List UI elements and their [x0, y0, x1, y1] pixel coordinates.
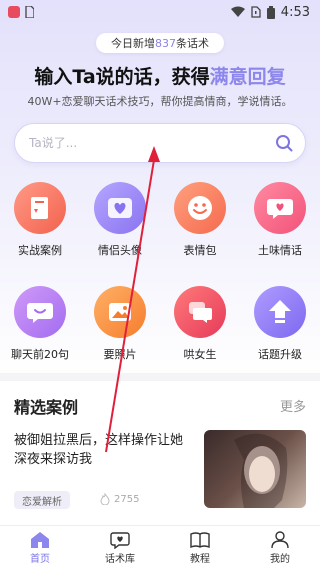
battery-icon	[266, 5, 275, 19]
category-cheesy-lines[interactable]: 土味情话	[240, 182, 320, 274]
search-input[interactable]	[29, 136, 275, 150]
article-tag: 恋爱解析	[14, 491, 70, 509]
daily-count-banner: 今日新增 837 条话术	[96, 33, 224, 53]
category-avatar[interactable]: 情侣头像	[80, 182, 160, 274]
nav-home[interactable]: 首页	[0, 526, 80, 569]
no-sim-icon	[251, 6, 261, 18]
banner-count: 837	[155, 36, 176, 50]
wifi-icon	[230, 6, 245, 17]
book-icon[interactable]	[14, 182, 66, 234]
chat-icon[interactable]	[14, 286, 66, 338]
heart-icon[interactable]	[94, 182, 146, 234]
category-label: 土味情话	[258, 244, 302, 257]
status-bar: 4:53	[0, 0, 320, 24]
category-label: 哄女生	[183, 348, 217, 361]
page-headline: 输入Ta说的话，获得满意回复	[0, 62, 320, 89]
open-book-icon[interactable]	[190, 531, 210, 549]
category-topic-upgrade[interactable]: 话题升级	[240, 286, 320, 378]
category-ask-photo[interactable]: 要照片	[80, 286, 160, 378]
section-divider	[0, 373, 320, 381]
home-icon[interactable]	[30, 531, 50, 549]
category-shizhan[interactable]: 实战案例	[0, 182, 80, 274]
category-coax-girl[interactable]: 哄女生	[160, 286, 240, 378]
nav-label: 话术库	[105, 553, 135, 565]
category-label: 实战案例	[18, 244, 62, 257]
category-label: 话题升级	[258, 348, 302, 361]
article-title[interactable]: 被御姐拉黑后，这样操作让她深夜来探访我	[14, 431, 194, 469]
article-thumbnail[interactable]	[204, 430, 306, 508]
app-badge-icon	[8, 6, 20, 18]
featured-title: 精选案例	[14, 398, 79, 417]
page-subline: 40W+恋爱聊天话术技巧，帮你提高情商，学说情话。	[27, 95, 293, 108]
headline-highlight: 满意回复	[209, 66, 286, 88]
nav-label: 教程	[190, 553, 210, 565]
chat-heart-icon[interactable]	[254, 182, 306, 234]
category-grid: 实战案例 情侣头像 表情包 土味情话 聊天前20句 要照片 哄女生 话题升级	[0, 182, 320, 378]
headline-text: 输入Ta说的话，获得	[34, 66, 210, 88]
nav-tutorial[interactable]: 教程	[160, 526, 240, 569]
status-time: 4:53	[280, 4, 310, 20]
bottom-nav: 首页 话术库 教程 我的	[0, 525, 320, 569]
banner-suffix: 条话术	[176, 37, 209, 50]
smile-icon[interactable]	[174, 182, 226, 234]
chat-bubbles-icon[interactable]	[174, 286, 226, 338]
nav-phrasebook[interactable]: 话术库	[80, 526, 160, 569]
upgrade-arrow-icon[interactable]	[254, 286, 306, 338]
heart-chat-icon[interactable]	[110, 531, 130, 549]
sim-icon	[25, 6, 34, 18]
category-label: 情侣头像	[98, 244, 142, 257]
category-first-20[interactable]: 聊天前20句	[0, 286, 80, 378]
nav-label: 首页	[30, 553, 50, 565]
person-icon[interactable]	[270, 530, 290, 549]
category-label: 表情包	[183, 244, 217, 257]
photo-icon[interactable]	[94, 286, 146, 338]
more-link[interactable]: 更多	[280, 396, 306, 415]
category-label: 聊天前20句	[11, 348, 69, 361]
banner-prefix: 今日新增	[111, 37, 155, 50]
flame-icon	[100, 493, 110, 505]
views-count: 2755	[114, 493, 140, 505]
nav-profile[interactable]: 我的	[240, 526, 320, 569]
category-label: 要照片	[103, 348, 137, 361]
article-views: 2755	[100, 493, 139, 505]
search-bar[interactable]	[14, 123, 306, 163]
nav-label: 我的	[270, 553, 290, 565]
search-icon[interactable]	[275, 134, 293, 152]
category-stickers[interactable]: 表情包	[160, 182, 240, 274]
